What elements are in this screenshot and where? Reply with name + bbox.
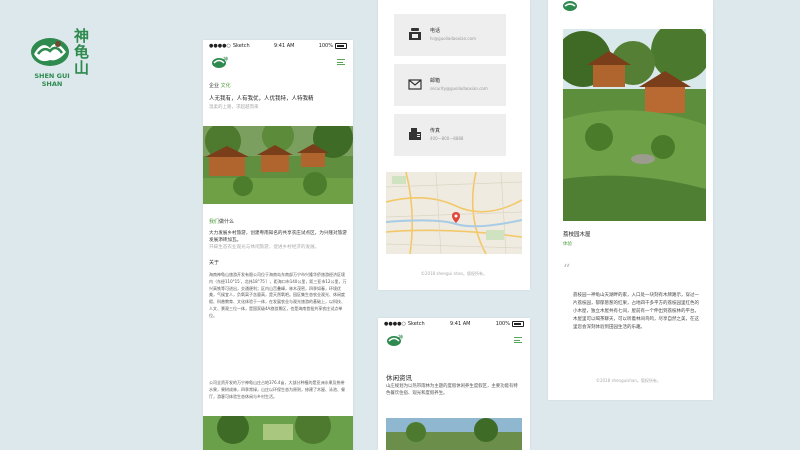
footer-copyright: ©2018 shenguishan。版权所有。 bbox=[596, 378, 661, 383]
brand-en-line1: SHEN GUI bbox=[34, 72, 70, 80]
contact-phone[interactable]: 电话 hr@guoliadaoxian.com bbox=[394, 14, 506, 56]
footer-copyright: ©2018 shengui shan。版权所有。 bbox=[420, 271, 488, 276]
about-para2: 公司全资开发的万宁神龟山庄占地376.4亩，大部分种植的是亚洲水果及热带水果，果… bbox=[209, 380, 345, 399]
slogan: 人无我有，人有我优，人优我特，人特我精 bbox=[209, 96, 314, 102]
phone-screen-detail: 荔枝园木屋 体验 “ 荔枝园一神龟山天湖畔的家，入口处一块刻有木牌路示，穿过一片… bbox=[548, 0, 713, 400]
contact-label: 电话 bbox=[430, 28, 441, 34]
carrier: Sketch bbox=[407, 321, 425, 327]
about-label: 关于 bbox=[209, 260, 220, 266]
battery-icon bbox=[334, 43, 347, 49]
clock: 9:41 AM bbox=[449, 321, 471, 327]
heading-accent-we: 我们 bbox=[209, 219, 220, 225]
mini-logo-icon[interactable]: 神 bbox=[211, 55, 229, 69]
battery-text: 100% bbox=[318, 43, 333, 49]
carrier: Sketch bbox=[232, 43, 250, 49]
phone-screen-news: ●●●●○ Sketch 9:41 AM 100% 神 休闲资讯 山庄规划为以热带… bbox=[378, 318, 530, 450]
mini-logo-icon[interactable]: 神 bbox=[386, 333, 404, 347]
brand-logo: 神龟山 SHEN GUI SHAN bbox=[28, 28, 108, 92]
news-photo bbox=[386, 418, 522, 450]
phone-icon bbox=[409, 28, 421, 40]
cabin-tag[interactable]: 体验 bbox=[563, 241, 572, 247]
map-view[interactable] bbox=[386, 172, 522, 254]
signal-icon: ●●●●○ bbox=[209, 43, 231, 49]
contact-value: 400—800—8888 bbox=[430, 136, 464, 141]
contact-value: security@guoliadaoxian.com bbox=[430, 86, 488, 91]
heading-rest: 做什么 bbox=[219, 219, 235, 225]
mail-icon bbox=[408, 79, 422, 90]
fax-icon bbox=[409, 128, 421, 140]
contact-label: 邮箱 bbox=[430, 78, 441, 84]
news-heading: 休闲资讯 bbox=[386, 374, 412, 382]
culture-heading: 企业 文化 bbox=[209, 82, 347, 89]
contact-label: 传真 bbox=[430, 128, 441, 134]
menu-icon[interactable] bbox=[337, 59, 345, 65]
cabin-para: 荔枝园一神龟山天湖畔的家，入口处一块刻有木牌路示，穿过一片荔枝园，郁郁葱葱的红果… bbox=[573, 293, 699, 330]
culture-section: 企业 文化 人无我有，人有我优，人优我特，人特我精 温柔的上路，求超越而来 bbox=[203, 72, 353, 110]
mini-logo-icon[interactable] bbox=[562, 0, 580, 12]
news-para: 山庄规划为以热带雨林为主题的度假休闲养生度假区，主要功能有特色餐饮住宿、观光和度… bbox=[386, 384, 518, 396]
what-para: 大力发展乡村旅游，创建粤南知名的共享农庄试点区，为兴隆对旅游发展添砖加瓦。 bbox=[209, 231, 347, 243]
cabin-caption: 荔枝园木屋 bbox=[563, 232, 591, 238]
bottom-photo bbox=[203, 416, 353, 450]
heading-accent: 文化 bbox=[220, 83, 231, 89]
status-bar: ●●●●○ Sketch 9:41 AM 100% bbox=[203, 40, 353, 52]
about-para: 海南神龟山旅游开发有限公司位于海南岛东南部万宁市兴隆华侨旅游经济区境内（东经11… bbox=[209, 272, 347, 318]
brand-name-en: SHEN GUI SHAN bbox=[32, 72, 72, 88]
contact-value: hr@guoliadaoxian.com bbox=[430, 36, 476, 41]
what-we-do-section: 我们做什么 大力发展乡村旅游，创建粤南知名的共享农庄试点区，为兴隆对旅游发展添砖… bbox=[209, 218, 347, 414]
signal-icon: ●●●●○ bbox=[384, 321, 406, 327]
battery-icon bbox=[511, 321, 524, 327]
what-heading: 我们做什么 bbox=[209, 218, 347, 225]
svg-text:神: 神 bbox=[223, 56, 228, 63]
culture-subtitle: 温柔的上路，求超越而来 bbox=[209, 105, 259, 110]
turtle-mountain-logo-icon bbox=[31, 38, 69, 66]
status-bar: ●●●●○ Sketch 9:41 AM 100% bbox=[378, 318, 530, 330]
brand-en-line2: SHAN bbox=[41, 80, 63, 88]
menu-icon[interactable] bbox=[514, 337, 522, 343]
battery-text: 100% bbox=[495, 321, 510, 327]
contact-email[interactable]: 邮箱 security@guoliadaoxian.com bbox=[394, 64, 506, 106]
cabin-photo bbox=[563, 29, 706, 221]
clock: 9:41 AM bbox=[273, 43, 295, 49]
phone-screen-contact: 电话 hr@guoliadaoxian.com 邮箱 security@guol… bbox=[378, 0, 530, 290]
svg-text:神: 神 bbox=[398, 334, 403, 341]
phone-screen-home: ●●●●○ Sketch 9:41 AM 100% 神 企业 文化 人无我有，人有… bbox=[203, 40, 353, 450]
brand-name-cn: 神龟山 bbox=[74, 27, 90, 77]
what-para-gray: 开辟生态农业观光与休闲旅游，促进乡村经济的发展。 bbox=[209, 245, 320, 250]
map-pin-icon[interactable] bbox=[452, 212, 460, 223]
contact-fax[interactable]: 传真 400—800—8888 bbox=[394, 114, 506, 156]
top-nav: 神 bbox=[378, 330, 530, 350]
top-nav: 神 bbox=[203, 52, 353, 72]
cabins-photo bbox=[203, 126, 353, 204]
quote-mark: “ bbox=[563, 262, 571, 278]
heading-prefix: 企业 bbox=[209, 83, 220, 89]
